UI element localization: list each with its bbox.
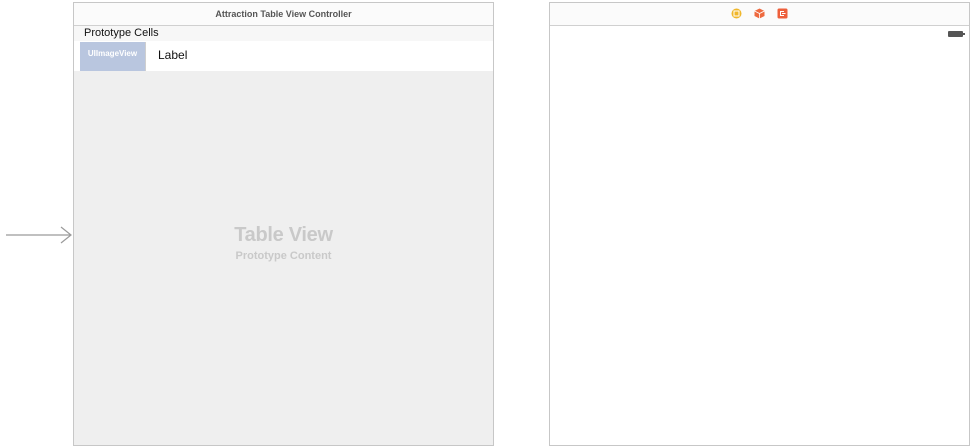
attraction-table-view-controller-scene[interactable]: Attraction Table View Controller Prototy…: [73, 2, 494, 446]
table-view[interactable]: Table View Prototype Content: [74, 71, 493, 445]
table-view-title: Table View: [234, 224, 333, 246]
first-responder-icon[interactable]: [754, 8, 765, 19]
prototype-cells-header: Prototype Cells: [74, 26, 493, 41]
prototype-cell[interactable]: UIImageView Label: [74, 41, 493, 72]
scene-title-bar[interactable]: Attraction Table View Controller: [74, 3, 493, 26]
image-view[interactable]: UIImageView: [80, 42, 146, 71]
scene-title: Attraction Table View Controller: [215, 9, 352, 19]
scene-dock: [550, 8, 969, 20]
initial-view-controller-arrow-icon[interactable]: [6, 226, 74, 248]
view-controller-icon[interactable]: [731, 8, 742, 19]
view-controller-scene[interactable]: [549, 2, 970, 446]
view-canvas[interactable]: [550, 26, 969, 445]
cell-label[interactable]: Label: [158, 48, 187, 62]
exit-icon[interactable]: [777, 8, 788, 19]
prototype-content-label: Prototype Content: [235, 250, 332, 262]
scene-dock-bar[interactable]: [550, 3, 969, 26]
